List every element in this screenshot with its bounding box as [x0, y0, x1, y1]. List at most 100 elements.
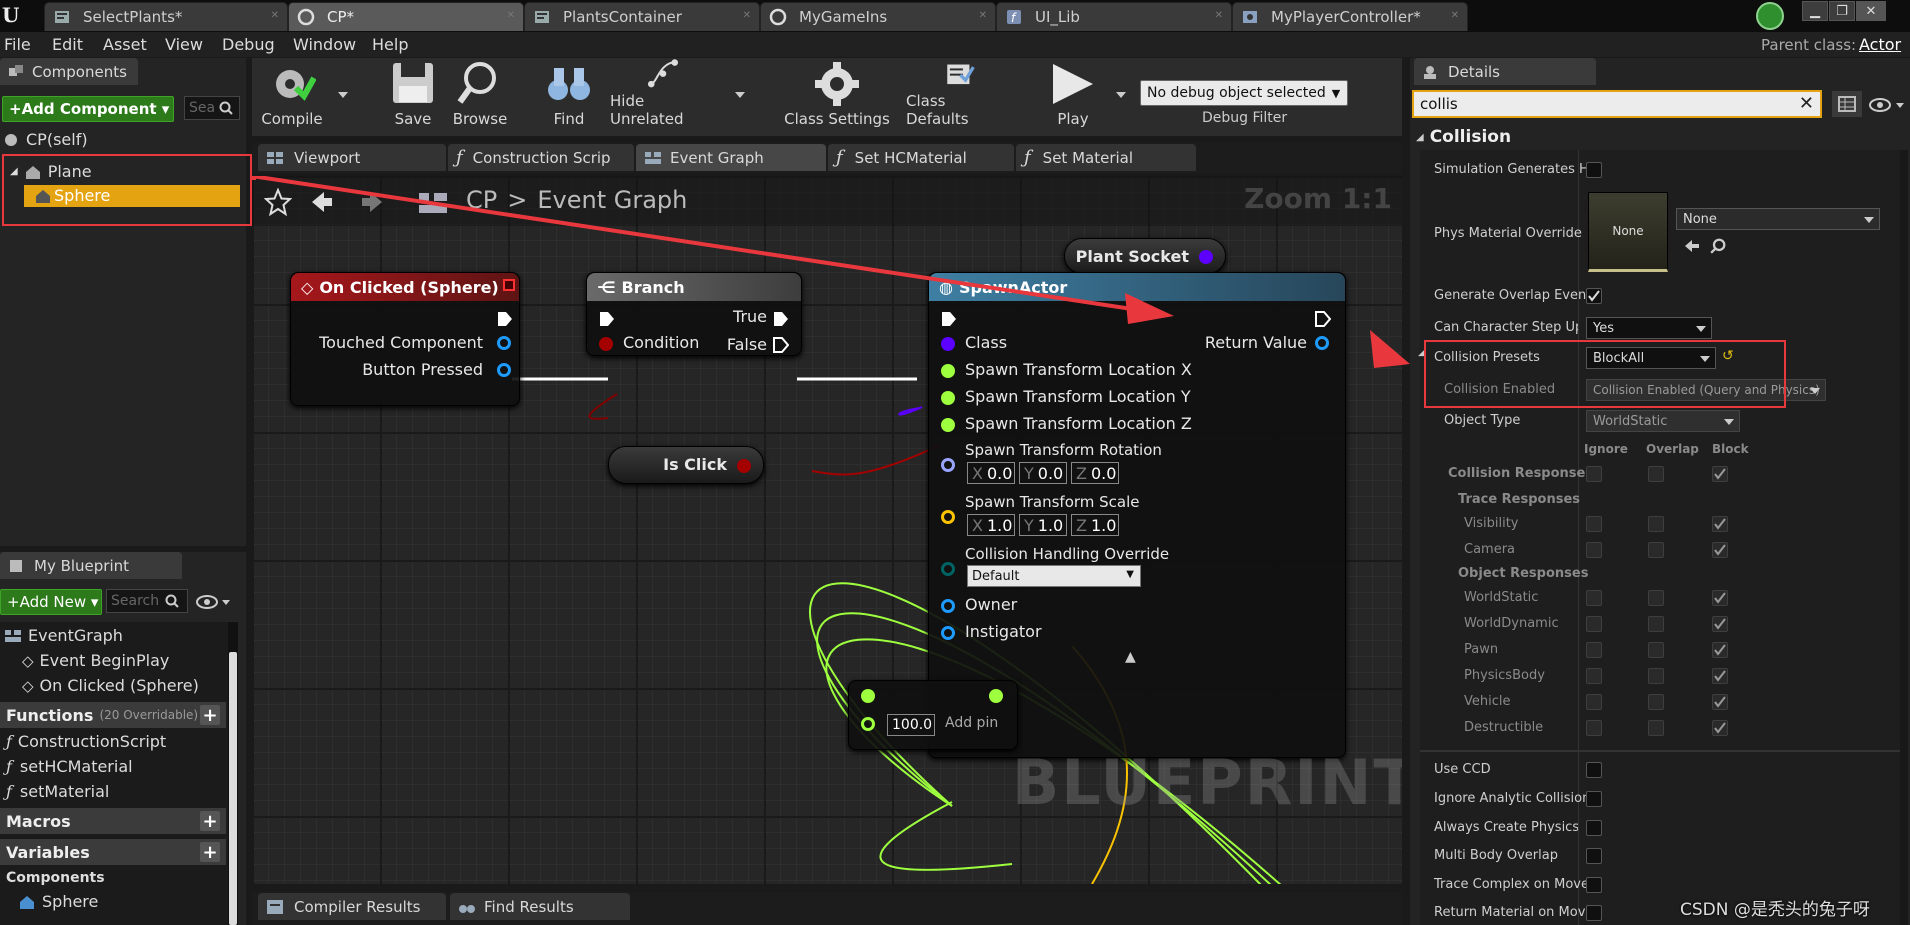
use-ccd-checkbox[interactable]: [1586, 762, 1602, 778]
play-options-icon[interactable]: [1116, 92, 1126, 98]
event-onclicked-item[interactable]: ◇ On Clicked (Sphere): [22, 676, 199, 695]
hide-unrelated-button[interactable]: Hide Unrelated: [610, 58, 716, 134]
object-overlap-checkbox[interactable]: [1648, 720, 1664, 736]
add-macro-button[interactable]: +: [200, 811, 220, 832]
clear-search-icon[interactable]: ✕: [1799, 93, 1814, 114]
function-item[interactable]: ƒ setMaterial: [6, 782, 109, 801]
details-search-input[interactable]: collis ✕: [1412, 90, 1822, 118]
object-overlap-checkbox[interactable]: [1648, 642, 1664, 658]
status-shield-icon[interactable]: [1756, 2, 1784, 30]
menu-help[interactable]: Help: [372, 35, 408, 54]
browse-button[interactable]: Browse: [450, 58, 510, 134]
multi-body-overlap-checkbox[interactable]: [1586, 848, 1602, 864]
object-block-checkbox[interactable]: [1712, 616, 1728, 632]
use-selected-asset-arrow-icon[interactable]: [1684, 238, 1700, 254]
menu-asset[interactable]: Asset: [103, 35, 147, 54]
save-button[interactable]: Save: [388, 58, 438, 134]
object-block-checkbox[interactable]: [1712, 694, 1728, 710]
trace-ignore-checkbox[interactable]: [1586, 542, 1602, 558]
simulation-generates-hit-checkbox[interactable]: [1586, 162, 1602, 178]
tab-event-graph[interactable]: Event Graph: [636, 144, 826, 171]
tab-compiler-results[interactable]: Compiler Results: [258, 893, 446, 920]
compile-options-icon[interactable]: [338, 92, 348, 98]
close-tab-icon[interactable]: ✕: [1215, 10, 1223, 21]
tab-set-material[interactable]: ƒ Set Material: [1016, 144, 1196, 171]
object-overlap-checkbox[interactable]: [1648, 616, 1664, 632]
responses-block-checkbox[interactable]: [1712, 466, 1728, 482]
menu-debug[interactable]: Debug: [222, 35, 275, 54]
compile-button[interactable]: Compile: [258, 58, 326, 134]
tab-myplayercontroller[interactable]: MyPlayerController* ✕: [1232, 2, 1468, 31]
object-ignore-checkbox[interactable]: [1586, 642, 1602, 658]
can-character-step-up-select[interactable]: Yes: [1586, 317, 1712, 339]
close-tab-icon[interactable]: ✕: [743, 10, 751, 21]
parent-class-value[interactable]: Actor: [1859, 35, 1901, 54]
trace-ignore-checkbox[interactable]: [1586, 516, 1602, 532]
scrollbar-thumb[interactable]: [229, 652, 237, 925]
tab-cp[interactable]: CP* ✕: [288, 2, 524, 31]
visibility-eye-icon[interactable]: [196, 595, 232, 609]
event-graph-canvas[interactable]: CP > Event Graph Zoom 1:1 ◇ On Clicked (…: [252, 176, 1402, 884]
menu-file[interactable]: File: [4, 35, 31, 54]
property-matrix-button[interactable]: [1832, 91, 1862, 117]
tab-selectplants[interactable]: SelectPlants* ✕: [44, 2, 288, 31]
add-variable-button[interactable]: +: [200, 842, 220, 863]
return-material-on-move-checkbox[interactable]: [1586, 905, 1602, 921]
generate-overlap-events-checkbox[interactable]: [1586, 288, 1602, 304]
components-search-input[interactable]: Sea: [184, 96, 240, 120]
tab-mygameins[interactable]: MyGameIns ✕: [760, 2, 996, 31]
variables-category[interactable]: Variables +: [0, 839, 226, 865]
close-tab-icon[interactable]: ✕: [1451, 10, 1459, 21]
trace-block-checkbox[interactable]: [1712, 516, 1728, 532]
always-create-physics-state-checkbox[interactable]: [1586, 820, 1602, 836]
object-ignore-checkbox[interactable]: [1586, 694, 1602, 710]
blueprint-search-input[interactable]: Search: [106, 589, 188, 613]
object-overlap-checkbox[interactable]: [1648, 668, 1664, 684]
functions-category[interactable]: Functions (20 Overridable) +: [0, 702, 226, 728]
tab-plantscontainer[interactable]: PlantsContainer ✕: [524, 2, 760, 31]
object-ignore-checkbox[interactable]: [1586, 590, 1602, 606]
trace-block-checkbox[interactable]: [1712, 542, 1728, 558]
macros-category[interactable]: Macros +: [0, 808, 226, 834]
class-defaults-button[interactable]: Class Defaults: [906, 58, 1012, 134]
object-overlap-checkbox[interactable]: [1648, 590, 1664, 606]
event-graph-item[interactable]: EventGraph: [4, 626, 123, 645]
tab-find-results[interactable]: Find Results: [450, 893, 630, 920]
object-overlap-checkbox[interactable]: [1648, 694, 1664, 710]
ignore-analytic-collisions-checkbox[interactable]: [1586, 791, 1602, 807]
close-window-button[interactable]: ✕: [1856, 1, 1886, 21]
menu-window[interactable]: Window: [293, 35, 356, 54]
tab-viewport[interactable]: Viewport: [258, 144, 446, 171]
close-tab-icon[interactable]: ✕: [979, 10, 987, 21]
tab-set-hcmaterial[interactable]: ƒ Set HCMaterial: [828, 144, 1014, 171]
menu-edit[interactable]: Edit: [52, 35, 83, 54]
trace-overlap-checkbox[interactable]: [1648, 516, 1664, 532]
object-ignore-checkbox[interactable]: [1586, 668, 1602, 684]
find-button[interactable]: Find: [544, 58, 594, 134]
minimize-button[interactable]: ▁: [1802, 1, 1828, 21]
add-component-button[interactable]: +Add Component ▾: [2, 96, 174, 122]
responses-overlap-checkbox[interactable]: [1648, 466, 1664, 482]
component-self[interactable]: CP(self): [4, 130, 88, 149]
event-beginplay-item[interactable]: ◇ Event BeginPlay: [22, 651, 169, 670]
add-function-button[interactable]: +: [200, 705, 220, 726]
object-block-checkbox[interactable]: [1712, 668, 1728, 684]
component-variable-item[interactable]: Sphere: [18, 892, 98, 911]
trace-overlap-checkbox[interactable]: [1648, 542, 1664, 558]
hide-unrelated-options-icon[interactable]: [735, 92, 745, 98]
components-subcategory[interactable]: Components: [6, 870, 105, 886]
browse-asset-search-icon[interactable]: [1710, 238, 1726, 254]
trace-complex-on-move-checkbox[interactable]: [1586, 877, 1602, 893]
function-item[interactable]: ƒ ConstructionScript: [6, 732, 166, 751]
tab-construction-script[interactable]: ƒ Construction Scrip: [448, 144, 634, 171]
tab-ui-lib[interactable]: f UI_Lib ✕: [996, 2, 1232, 31]
play-button[interactable]: Play: [1044, 58, 1102, 134]
object-type-select[interactable]: WorldStatic: [1586, 410, 1740, 432]
close-tab-icon[interactable]: ✕: [507, 10, 515, 21]
object-ignore-checkbox[interactable]: [1586, 720, 1602, 736]
collision-section-header[interactable]: ◢ Collision: [1416, 126, 1511, 148]
maximize-button[interactable]: ❐: [1829, 1, 1855, 21]
phys-material-thumbnail[interactable]: None: [1588, 192, 1668, 272]
phys-material-select[interactable]: None: [1676, 208, 1880, 230]
object-block-checkbox[interactable]: [1712, 590, 1728, 606]
